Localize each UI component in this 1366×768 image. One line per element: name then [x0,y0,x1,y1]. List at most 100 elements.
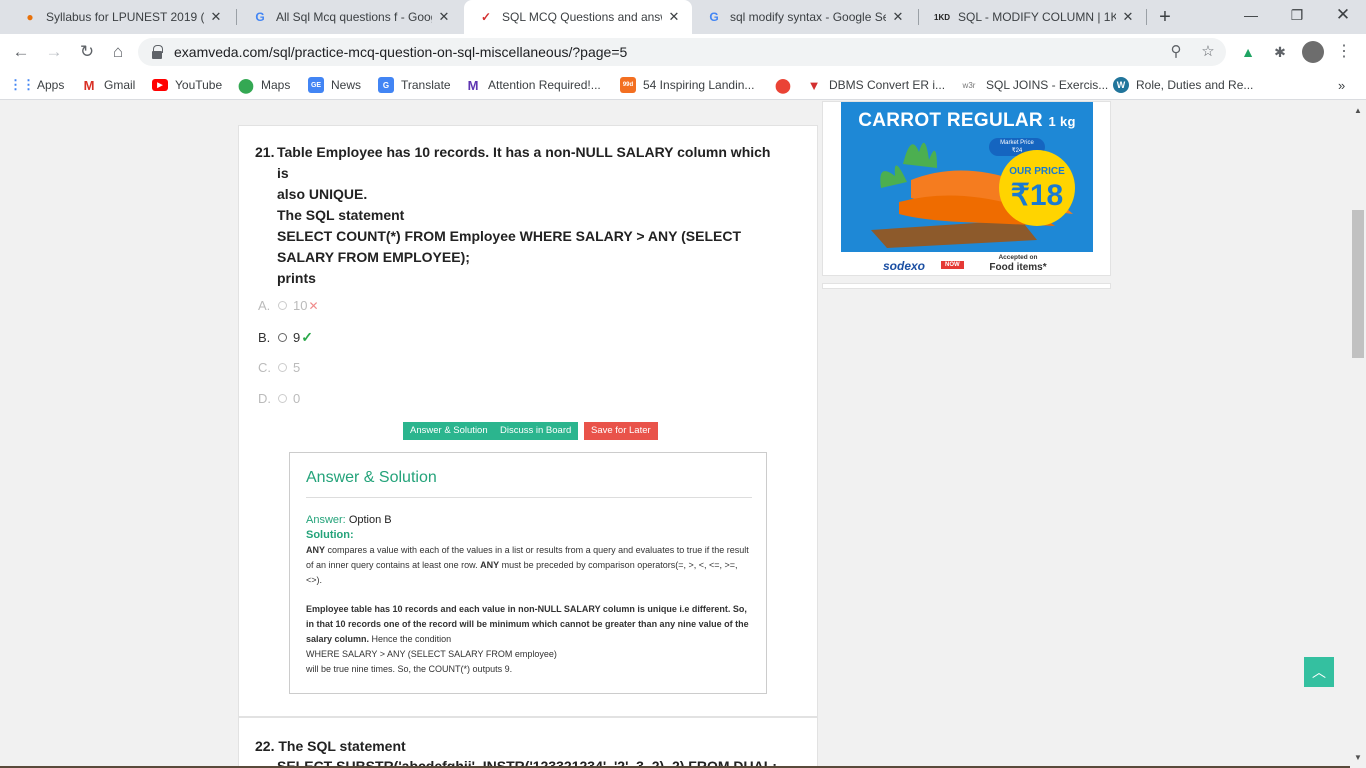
answer-value: Option B [348,514,392,526]
bookmark-apps[interactable]: ⋮⋮ Apps [9,70,65,100]
reload-icon[interactable]: ↻ [75,40,99,64]
menu-kebab-icon[interactable]: ⋮ [1334,42,1354,62]
wrong-cross-icon: ✕ [308,298,319,313]
tab-title: Syllabus for LPUNEST 2019 (MC [46,10,204,24]
ad-banner[interactable]: CARROT REGULAR 1 kg Market Price ₹24 OUR… [841,102,1093,252]
close-icon[interactable]: ✕ [890,9,906,25]
bookmark-maps-pin[interactable]: ⬤ [775,70,798,100]
question-text: 21. Table Employee has 10 records. It ha… [255,142,785,289]
tab-separator [918,9,919,25]
restore-button[interactable]: ❐ [1274,0,1320,30]
zoom-icon[interactable]: ⚲ [1166,42,1186,62]
99d-icon: 99d [620,77,636,93]
question-line: The SQL statement [277,207,405,223]
url-text[interactable]: examveda.com/sql/practice-mcq-question-o… [174,38,627,66]
drive-extension-icon[interactable]: ▲ [1238,42,1258,62]
forward-arrow-icon[interactable]: → [42,40,66,64]
save-later-button[interactable]: Save for Later [584,422,658,440]
solution-title: Answer & Solution [306,469,437,486]
translate-icon: G [378,77,394,93]
back-arrow-icon[interactable]: ← [9,40,33,64]
extensions-puzzle-icon[interactable]: ✱ [1270,42,1290,62]
option-text: 9 [293,330,301,345]
option-a[interactable]: A. 10 ✕ [258,298,319,313]
bookmark-translate[interactable]: G Translate [378,70,451,100]
radio-button[interactable] [278,394,287,403]
bookmark-label: 54 Inspiring Landin... [643,78,755,92]
scroll-to-top-button[interactable]: ︿ [1304,657,1334,687]
option-d[interactable]: D. 0 [258,391,300,406]
page-viewport: 21. Table Employee has 10 records. It ha… [0,101,1350,768]
option-c[interactable]: C. 5 [258,360,300,375]
bookmark-maps[interactable]: ⬤ Maps [238,70,290,100]
wordpress-icon: W [1113,77,1129,93]
solution-divider [306,497,752,498]
scroll-up-arrow-icon[interactable]: ▲ [1350,103,1366,119]
home-icon[interactable]: ⌂ [106,40,130,64]
radio-button[interactable] [278,301,287,310]
close-window-button[interactable]: ✕ [1320,0,1366,30]
question-line: SELECT COUNT(*) FROM Employee WHERE SALA… [277,228,741,244]
bookmark-label: News [331,78,362,92]
scroll-down-arrow-icon[interactable]: ▼ [1350,750,1366,766]
bookmark-gmail[interactable]: M Gmail [81,70,136,100]
answer-label: Answer: [306,514,346,526]
correct-check-icon: ✓ [301,329,313,345]
more-bookmarks-button[interactable]: » [1338,70,1345,100]
tab-separator [236,9,237,25]
question-line: Table Employee has 10 records. It has a … [277,144,771,181]
close-icon[interactable]: ✕ [436,9,452,25]
tab-title: sql modify syntax - Google Sea [730,10,886,24]
option-letter: C. [258,360,271,375]
solution-text: Hence the condition [369,634,452,644]
discuss-board-button[interactable]: Discuss in Board [493,422,579,440]
question-number: 21. [255,144,275,160]
solution-label: Solution: [306,529,354,541]
minimize-button[interactable]: — [1228,0,1274,30]
answer-solution-button[interactable]: Answer & Solution [403,422,495,440]
profile-avatar[interactable] [1302,41,1324,63]
bookmark-dbms-convert[interactable]: ▼ DBMS Convert ER i... [806,70,945,100]
bookmark-news[interactable]: GE News [308,70,361,100]
bookmark-inspiring-landing[interactable]: 99d 54 Inspiring Landin... [620,70,754,100]
tab-all-sql-mcq[interactable]: G All Sql Mcq questions f - Goog ✕ [238,0,462,34]
option-letter: D. [258,391,271,406]
bookmark-role-duties[interactable]: W Role, Duties and Re... [1113,70,1253,100]
sodexo-logo: sodexo [883,259,926,273]
tab-sql-modify-column[interactable]: 1KD SQL - MODIFY COLUMN | 1Key ✕ [920,0,1146,34]
page-scrollbar[interactable] [1350,101,1366,768]
address-bar[interactable]: examveda.com/sql/practice-mcq-question-o… [138,38,1226,66]
advertisement[interactable]: CARROT REGULAR 1 kg Market Price ₹24 OUR… [822,101,1111,276]
bookmark-attention-required[interactable]: M Attention Required!... [465,70,601,100]
bookmark-star-icon[interactable]: ☆ [1198,42,1218,62]
close-icon[interactable]: ✕ [666,9,682,25]
bookmark-label: YouTube [175,78,223,92]
apps-grid-icon: ⋮⋮ [9,77,35,92]
question-text: 22. The SQL statement SELECT SUBSTR('abc… [255,736,777,768]
m-icon: M [467,77,479,93]
google-favicon-icon: G [255,10,265,24]
now-badge: NOW [941,261,964,269]
our-price-label: OUR PRICE [1009,166,1065,177]
radio-button[interactable] [278,333,287,342]
tab-sql-mcq-active[interactable]: ✓ SQL MCQ Questions and answ ✕ [464,0,692,34]
bookmark-sql-joins[interactable]: w3r SQL JOINS - Exercis... [959,70,1109,100]
bookmark-label: Maps [261,78,291,92]
lock-icon[interactable] [152,45,163,59]
scrollbar-thumb[interactable] [1352,210,1364,358]
solution-paragraph-1: ANY compares a value with each of the va… [306,543,754,588]
new-tab-button[interactable]: + [1152,4,1178,30]
tab-lpunest-syllabus[interactable]: ● Syllabus for LPUNEST 2019 (MC ✕ [8,0,234,34]
bookmark-label: Apps [37,78,65,92]
tab-sql-modify-syntax[interactable]: G sql modify syntax - Google Sea ✕ [692,0,916,34]
option-text: 10 [293,298,308,313]
dbms-icon: ▼ [807,77,821,93]
option-b[interactable]: B. 9 ✓ [258,329,313,346]
radio-button[interactable] [278,363,287,372]
solution-text: will be true nine times. So, the COUNT(*… [306,664,513,674]
w3r-icon: w3r [962,80,976,90]
bookmark-youtube[interactable]: ▶ YouTube [152,70,222,100]
close-icon[interactable]: ✕ [208,9,224,25]
close-icon[interactable]: ✕ [1120,9,1136,25]
question-card-22: 22. The SQL statement SELECT SUBSTR('abc… [238,717,818,768]
